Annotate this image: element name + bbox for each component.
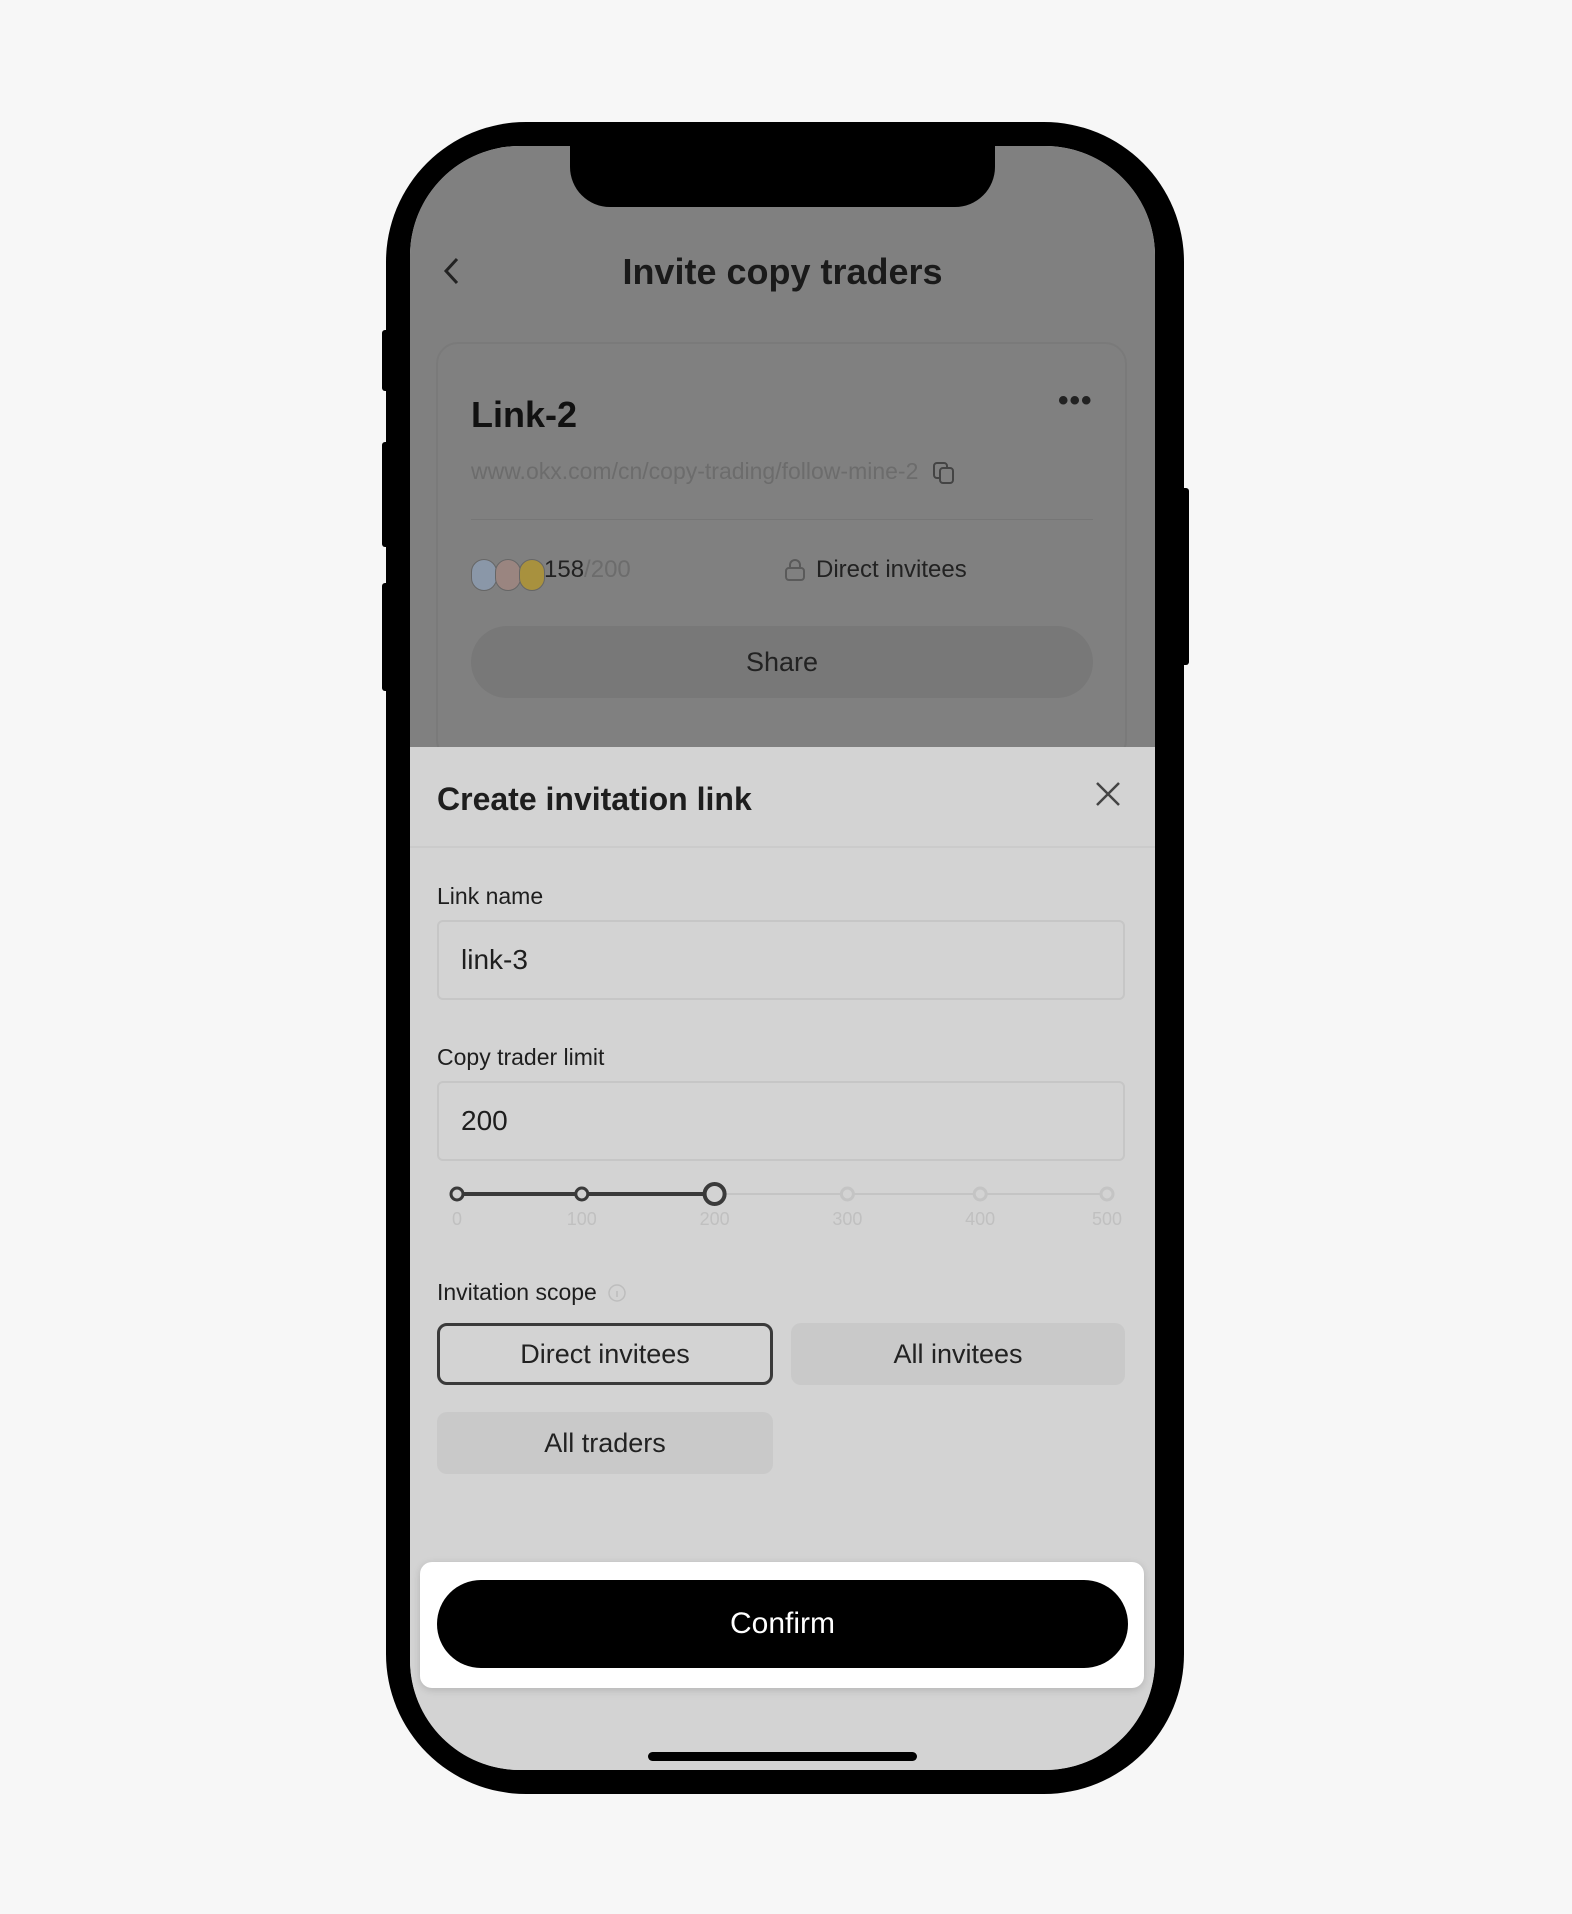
- link-name: Link-2: [471, 394, 578, 435]
- close-icon[interactable]: [1093, 779, 1123, 809]
- slider-thumb[interactable]: [702, 1182, 727, 1206]
- sheet-title: Create invitation link: [437, 781, 752, 817]
- confirm-button[interactable]: Confirm: [437, 1580, 1128, 1668]
- limit-input[interactable]: 200: [437, 1081, 1125, 1161]
- dimmed-page: Invite copy traders Link-2 ••• www.okx.c…: [410, 146, 1155, 762]
- link-url: www.okx.com/cn/copy-trading/follow-mine-…: [471, 458, 957, 486]
- notch: [570, 146, 995, 207]
- slider-track[interactable]: [449, 1179, 1115, 1209]
- scope-label-row: Invitation scope: [437, 1279, 627, 1306]
- slider-tick-mark: [1099, 1186, 1115, 1202]
- slider-tick-label: 300: [832, 1209, 863, 1229]
- link-card: Link-2 ••• www.okx.com/cn/copy-trading/f…: [436, 342, 1127, 762]
- slider-tick-label: 200: [699, 1209, 730, 1229]
- limit-slider[interactable]: 0 100 200 300 400 500: [449, 1179, 1122, 1239]
- info-icon[interactable]: [607, 1283, 627, 1303]
- limit-label: Copy trader limit: [437, 1044, 605, 1070]
- scope-all-invitees[interactable]: All invitees: [791, 1323, 1125, 1385]
- slider-tick-label: 500: [1091, 1209, 1123, 1229]
- slider-tick-mark: [839, 1186, 855, 1202]
- copy-icon[interactable]: [931, 460, 957, 486]
- create-link-sheet: Create invitation link Link name link-3 …: [410, 747, 1155, 1770]
- avatar-group: [471, 559, 545, 591]
- slider-tick-mark: [574, 1186, 590, 1202]
- divider: [471, 519, 1093, 520]
- page-title: Invite copy traders: [622, 251, 943, 292]
- link-name-label: Link name: [437, 883, 544, 909]
- link-scope: Direct invitees: [784, 556, 967, 584]
- home-indicator: [648, 1752, 917, 1761]
- slider-tick-label: 100: [566, 1209, 597, 1229]
- follower-count: 158/200: [544, 556, 631, 584]
- scope-label: Invitation scope: [437, 1279, 597, 1305]
- lock-icon: [785, 559, 805, 581]
- slider-tick-label: 400: [965, 1209, 996, 1229]
- avatar: [495, 559, 521, 591]
- slider-tick-label: 0: [451, 1209, 463, 1229]
- divider: [410, 846, 1155, 848]
- scope-direct-invitees[interactable]: Direct invitees: [437, 1323, 773, 1385]
- link-url-text: www.okx.com/cn/copy-trading/follow-mine-…: [471, 458, 919, 484]
- follower-current: 158: [544, 556, 585, 583]
- follower-limit: /200: [584, 556, 631, 583]
- slider-tick-mark: [449, 1186, 465, 1202]
- share-button[interactable]: Share: [471, 626, 1093, 698]
- slider-tick-mark: [972, 1186, 988, 1202]
- scope-all-traders[interactable]: All traders: [437, 1412, 773, 1474]
- phone-screen: Invite copy traders Link-2 ••• www.okx.c…: [410, 146, 1155, 1770]
- link-scope-text: Direct invitees: [816, 556, 967, 583]
- avatar: [471, 559, 497, 591]
- link-name-input[interactable]: link-3: [437, 920, 1125, 1000]
- more-icon[interactable]: •••: [1058, 384, 1093, 418]
- avatar: [519, 559, 545, 591]
